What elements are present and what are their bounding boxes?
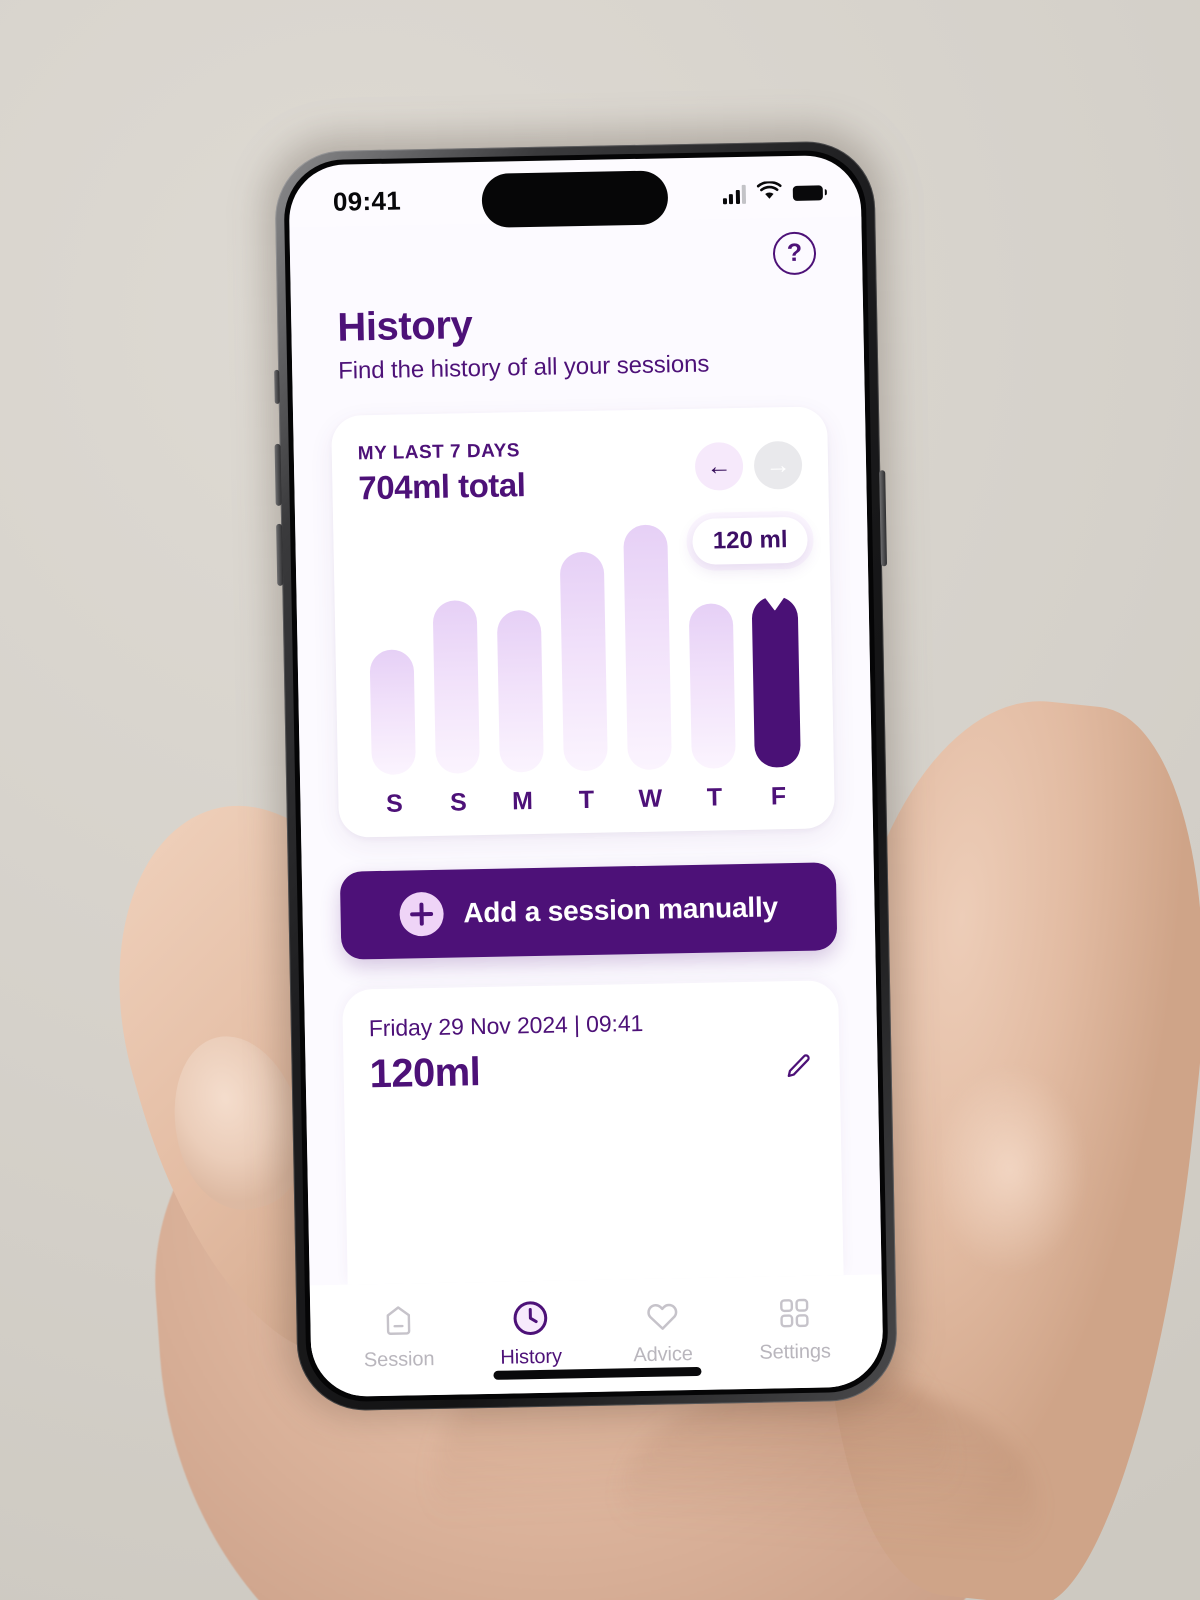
tab-session[interactable]: Session (338, 1299, 459, 1373)
day-label: M (511, 787, 534, 816)
summary-card-header: MY LAST 7 DAYS 704ml total ← → (358, 435, 803, 508)
device-frame: 09:41 ? History Find the history of all … (273, 140, 899, 1412)
day-label: T (706, 783, 723, 812)
add-session-button[interactable]: Add a session manually (339, 862, 838, 960)
status-time: 09:41 (332, 184, 402, 217)
session-row[interactable]: 120ml (369, 1044, 814, 1098)
summary-text-block: MY LAST 7 DAYS 704ml total (358, 440, 526, 507)
tab-label: Session (363, 1348, 435, 1372)
plus-circle-icon (398, 891, 444, 937)
home-icon (377, 1299, 420, 1342)
day-label-group: SSMTWTF (370, 782, 802, 819)
question-mark-icon[interactable]: ? (772, 231, 817, 276)
bar-active[interactable] (751, 596, 801, 768)
bar[interactable] (559, 551, 608, 772)
summary-total: 704ml total (358, 466, 526, 507)
day-label: S (449, 788, 468, 817)
weekly-bar-chart: 120 ml SSMTWTF (359, 511, 809, 819)
hand-highlight (900, 1050, 1120, 1350)
session-list: Friday 29 Nov 2024 | 09:41 120ml (342, 980, 844, 1285)
bar[interactable] (623, 524, 672, 771)
bar[interactable] (496, 609, 544, 773)
phone-screen: 09:41 ? History Find the history of all … (288, 154, 884, 1398)
help-row: ? (319, 217, 832, 284)
day-label: F (770, 782, 787, 811)
device-bezel: 09:41 ? History Find the history of all … (283, 149, 889, 1403)
session-date: Friday 29 Nov 2024 | 09:41 (368, 1009, 644, 1042)
volume-down-button[interactable] (276, 523, 284, 586)
day-label: T (578, 785, 595, 815)
bar-column[interactable] (621, 524, 674, 771)
status-icons (722, 180, 823, 206)
page-subtitle: Find the history of all your sessions (337, 350, 710, 385)
bar-column[interactable] (431, 599, 482, 774)
bar-column[interactable] (751, 596, 802, 768)
bar[interactable] (369, 649, 416, 776)
bar-column[interactable] (558, 551, 610, 772)
heart-icon (641, 1294, 684, 1337)
page-header: History Find the history of all your ses… (321, 274, 835, 386)
bar-column[interactable] (368, 649, 418, 776)
tab-advice[interactable]: Advice (602, 1293, 723, 1367)
bar[interactable] (432, 599, 480, 774)
status-bar: 09:41 (288, 155, 861, 228)
history-page: ? History Find the history of all your s… (289, 216, 882, 1286)
wifi-icon (756, 180, 782, 205)
volume-up-button[interactable] (274, 443, 282, 506)
battery-icon (792, 184, 823, 201)
day-label: W (638, 784, 663, 813)
tab-label: History (500, 1345, 563, 1369)
tab-history[interactable]: History (470, 1296, 591, 1370)
arrow-right-icon[interactable]: → (753, 440, 803, 490)
bar[interactable] (688, 603, 736, 769)
week-nav: ← → (694, 435, 803, 491)
grid-icon (773, 1292, 816, 1335)
pencil-icon[interactable] (783, 1051, 814, 1082)
phone-device: 09:41 ? History Find the history of all … (263, 126, 909, 1416)
clock-icon (509, 1297, 552, 1340)
add-session-label: Add a session manually (463, 891, 779, 929)
tab-label: Advice (633, 1343, 694, 1367)
page-title: History (336, 303, 473, 350)
arrow-left-icon[interactable]: ← (694, 441, 744, 491)
weekly-summary-card: MY LAST 7 DAYS 704ml total ← → 120 ml S … (331, 406, 836, 838)
bar-group (365, 511, 802, 776)
tab-settings[interactable]: Settings (734, 1291, 855, 1365)
bar-column[interactable] (495, 609, 546, 773)
session-amount: 120ml (369, 1050, 481, 1097)
mute-switch[interactable] (274, 369, 280, 404)
bottom-nav: Session History Advice Settings (309, 1274, 884, 1398)
summary-kicker: MY LAST 7 DAYS (357, 440, 521, 465)
tab-label: Settings (759, 1340, 832, 1364)
day-label: S (385, 789, 404, 818)
dynamic-island (481, 170, 669, 228)
cellular-signal-icon (722, 184, 747, 205)
bar-column[interactable] (687, 603, 738, 769)
